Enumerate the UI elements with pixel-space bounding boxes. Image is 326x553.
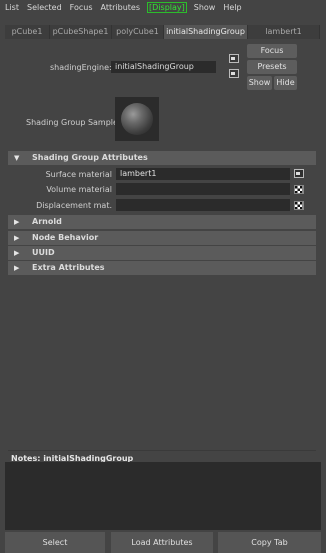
section-node-behavior[interactable]: ▶ Node Behavior <box>8 231 316 245</box>
section-shading-group-attributes[interactable]: ▼ Shading Group Attributes <box>8 151 316 165</box>
sphere-preview <box>121 103 153 135</box>
select-button[interactable]: Select <box>5 532 105 553</box>
tab-polycube1[interactable]: polyCube1 <box>112 25 164 39</box>
hide-button[interactable]: Hide <box>274 76 297 90</box>
displacement-material-field[interactable] <box>116 199 290 211</box>
node-tabs: pCube1 pCubeShape1 polyCube1 initialShad… <box>5 25 320 39</box>
section-arnold[interactable]: ▶ Arnold <box>8 215 316 229</box>
section-title: Extra Attributes <box>32 263 105 272</box>
shading-engine-label: shadingEngine: <box>50 63 112 72</box>
shading-group-sample-label: Shading Group Sample <box>26 118 118 127</box>
menu-attributes[interactable]: Attributes <box>101 3 141 12</box>
checker-map-icon[interactable] <box>294 185 304 194</box>
menu-focus[interactable]: Focus <box>70 3 93 12</box>
menu-display[interactable]: [Display] <box>147 1 187 13</box>
tab-initialshadinggroup[interactable]: initialShadingGroup <box>164 25 248 39</box>
checker-map-icon[interactable] <box>294 201 304 210</box>
volume-material-field[interactable] <box>116 183 290 195</box>
input-connection-icon[interactable] <box>229 54 239 63</box>
show-button[interactable]: Show <box>247 76 272 90</box>
load-attributes-button[interactable]: Load Attributes <box>111 532 213 553</box>
menu-selected[interactable]: Selected <box>27 3 62 12</box>
displacement-material-label: Displacement mat. <box>36 201 112 210</box>
tab-pcubeshape1[interactable]: pCubeShape1 <box>50 25 112 39</box>
presets-button[interactable]: Presets <box>247 60 297 74</box>
collapsed-arrow-icon: ▶ <box>14 249 20 257</box>
notes-divider <box>8 450 316 451</box>
tab-lambert1[interactable]: lambert1 <box>248 25 320 39</box>
section-uuid[interactable]: ▶ UUID <box>8 246 316 260</box>
menu-list[interactable]: List <box>5 3 19 12</box>
collapsed-arrow-icon: ▶ <box>14 234 20 242</box>
shading-engine-field[interactable]: initialShadingGroup <box>111 61 216 73</box>
material-swatch[interactable] <box>115 97 159 141</box>
menu-bar: List Selected Focus Attributes [Display]… <box>0 0 326 14</box>
collapsed-arrow-icon: ▶ <box>14 264 20 272</box>
copy-tab-button[interactable]: Copy Tab <box>218 532 321 553</box>
surface-material-field[interactable]: lambert1 <box>116 168 290 180</box>
section-title: Node Behavior <box>32 233 99 242</box>
volume-material-label: Volume material <box>46 185 112 194</box>
expanded-arrow-icon: ▼ <box>14 154 20 162</box>
section-title: Shading Group Attributes <box>32 153 148 162</box>
collapsed-arrow-icon: ▶ <box>14 218 20 226</box>
surface-material-label: Surface material <box>45 170 112 179</box>
section-title: UUID <box>32 248 55 257</box>
output-connection-icon[interactable] <box>229 69 239 78</box>
notes-textarea[interactable] <box>5 462 321 530</box>
menu-help[interactable]: Help <box>223 3 241 12</box>
menu-show[interactable]: Show <box>194 3 216 12</box>
section-title: Arnold <box>32 217 62 226</box>
tab-pcube1[interactable]: pCube1 <box>5 25 50 39</box>
section-extra-attributes[interactable]: ▶ Extra Attributes <box>8 261 316 275</box>
focus-button[interactable]: Focus <box>247 44 297 58</box>
navigate-connection-icon[interactable] <box>294 169 304 178</box>
